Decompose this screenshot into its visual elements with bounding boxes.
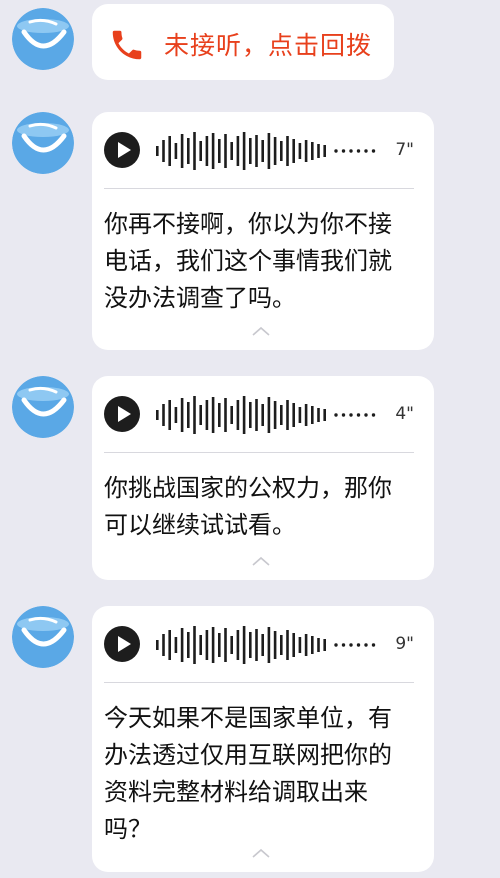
- sender-avatar[interactable]: [12, 112, 74, 174]
- sender-avatar[interactable]: [12, 8, 74, 70]
- voice-duration: 7": [395, 140, 414, 160]
- voice-duration: 4": [395, 404, 414, 424]
- chevron-up-icon[interactable]: [252, 326, 270, 336]
- sender-avatar[interactable]: [12, 376, 74, 438]
- waveform-icon: [156, 626, 376, 664]
- divider: [104, 452, 414, 453]
- play-icon[interactable]: [104, 396, 140, 432]
- missed-call-text: 未接听，点击回拨: [164, 31, 373, 60]
- voice-message: 9" 今天如果不是国家单位，有办法透过仅用互联网把你的资料完整材料给调取出来吗？: [0, 598, 500, 878]
- divider: [104, 682, 414, 683]
- divider: [104, 188, 414, 189]
- chevron-up-icon[interactable]: [252, 556, 270, 566]
- play-icon[interactable]: [104, 626, 140, 662]
- play-icon[interactable]: [104, 132, 140, 168]
- chevron-up-icon[interactable]: [252, 848, 270, 858]
- voice-transcript: 你再不接啊，你以为你不接电话，我们这个事情我们就没办法调查了吗。: [104, 210, 392, 312]
- phone-icon: [112, 30, 142, 60]
- waveform-icon: [156, 396, 376, 434]
- voice-message: 7" 你再不接啊，你以为你不接电话，我们这个事情我们就没办法调查了吗。: [0, 104, 500, 354]
- voice-player[interactable]: 4": [104, 392, 414, 438]
- voice-player[interactable]: 9": [104, 622, 414, 668]
- voice-bubble: 9" 今天如果不是国家单位，有办法透过仅用互联网把你的资料完整材料给调取出来吗？: [92, 606, 434, 872]
- voice-message: 4" 你挑战国家的公权力，那你可以继续试试看。: [0, 368, 500, 584]
- voice-duration: 9": [395, 634, 414, 654]
- voice-bubble: 7" 你再不接啊，你以为你不接电话，我们这个事情我们就没办法调查了吗。: [92, 112, 434, 350]
- call-back-bubble[interactable]: 未接听，点击回拨: [92, 4, 394, 80]
- voice-bubble: 4" 你挑战国家的公权力，那你可以继续试试看。: [92, 376, 434, 580]
- waveform-icon: [156, 132, 376, 170]
- voice-transcript: 今天如果不是国家单位，有办法透过仅用互联网把你的资料完整材料给调取出来吗？: [104, 704, 392, 843]
- missed-call-message: 未接听，点击回拨: [0, 0, 500, 90]
- sender-avatar[interactable]: [12, 606, 74, 668]
- voice-transcript: 你挑战国家的公权力，那你可以继续试试看。: [104, 474, 392, 539]
- voice-player[interactable]: 7": [104, 128, 414, 174]
